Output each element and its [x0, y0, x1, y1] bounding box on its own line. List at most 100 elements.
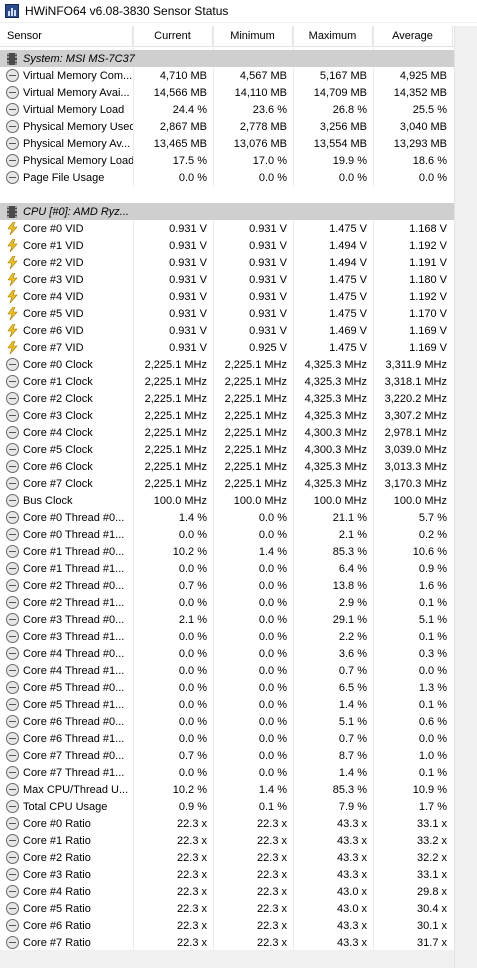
sensor-row[interactable]: Core #1 Ratio 22.3 x 22.3 x 43.3 x 33.2 x	[0, 832, 454, 849]
sensor-row[interactable]: Core #0 Thread #0... 1.4 % 0.0 % 21.1 % 5.7 …	[0, 509, 454, 526]
minimum-value: 22.3 x	[257, 936, 287, 949]
sensor-row[interactable]: Core #7 Clock 2,225.1 MHz 2,225.1 MHz 4,325…	[0, 475, 454, 492]
maximum-value: 29.1 %	[332, 613, 367, 626]
sensor-row[interactable]: Core #0 Ratio 22.3 x 22.3 x 43.3 x 33.1 x	[0, 815, 454, 832]
sensor-row[interactable]: Core #6 Thread #0... 0.0 % 0.0 % 5.1 % 0.6 %	[0, 713, 454, 730]
circle-icon	[6, 86, 19, 99]
minimum-value: 0.0 %	[258, 681, 287, 694]
maximum-value: 26.8 %	[332, 103, 367, 116]
sensor-row[interactable]: Core #7 Ratio 22.3 x 22.3 x 43.3 x 31.7 x	[0, 934, 454, 951]
current-value: 0.931 V	[169, 290, 207, 303]
circle-icon	[6, 443, 19, 456]
sensor-row[interactable]: Core #4 Clock 2,225.1 MHz 2,225.1 MHz 4,300…	[0, 424, 454, 441]
sensor-row[interactable]: Core #1 Clock 2,225.1 MHz 2,225.1 MHz 4,325…	[0, 373, 454, 390]
sensor-row[interactable]: Core #3 Thread #0... 2.1 % 0.0 % 29.1 % 5.1 …	[0, 611, 454, 628]
current-value: 0.0 %	[178, 681, 207, 694]
minimum-value: 2,225.1 MHz	[224, 409, 287, 422]
sensor-row[interactable]: Core #2 Ratio 22.3 x 22.3 x 43.3 x 32.2 x	[0, 849, 454, 866]
sensor-row[interactable]: Page File Usage 0.0 % 0.0 % 0.0 % 0.0 %	[0, 169, 454, 186]
column-header-minimum[interactable]: Minimum	[213, 26, 293, 46]
sensor-row[interactable]: Core #7 Thread #1... 0.0 % 0.0 % 1.4 % 0.1 %	[0, 764, 454, 781]
sensor-group-row[interactable]: CPU [#0]: AMD Ryz...	[0, 203, 454, 220]
sensor-row[interactable]: Core #7 Thread #0... 0.7 % 0.0 % 8.7 % 1.0 %	[0, 747, 454, 764]
sensor-row[interactable]: Core #6 Clock 2,225.1 MHz 2,225.1 MHz 4,325…	[0, 458, 454, 475]
bolt-icon	[6, 324, 19, 337]
sensor-row[interactable]: Core #4 VID 0.931 V 0.931 V 1.475 V 1.192 V	[0, 288, 454, 305]
sensor-row[interactable]: Core #5 Ratio 22.3 x 22.3 x 43.0 x 30.4 x	[0, 900, 454, 917]
average-value: 25.5 %	[412, 103, 447, 116]
sensor-row[interactable]: Core #6 Ratio 22.3 x 22.3 x 43.3 x 30.1 x	[0, 917, 454, 934]
sensor-row[interactable]: Core #3 Ratio 22.3 x 22.3 x 43.3 x 33.1 x	[0, 866, 454, 883]
sensor-row[interactable]: Core #5 Thread #0... 0.0 % 0.0 % 6.5 % 1.3 %	[0, 679, 454, 696]
sensor-row[interactable]: Physical Memory Used 2,867 MB 2,778 MB 3,25…	[0, 118, 454, 135]
minimum-value: 14,110 MB	[234, 86, 287, 99]
minimum-value: 22.3 x	[257, 902, 287, 915]
sensor-row[interactable]: Core #4 Thread #1... 0.0 % 0.0 % 0.7 % 0.0 %	[0, 662, 454, 679]
sensor-row[interactable]: Core #5 VID 0.931 V 0.931 V 1.475 V 1.170 V	[0, 305, 454, 322]
sensor-row[interactable]: Core #1 VID 0.931 V 0.931 V 1.494 V 1.192 V	[0, 237, 454, 254]
column-header-current[interactable]: Current	[133, 26, 213, 46]
sensor-row[interactable]: Core #2 VID 0.931 V 0.931 V 1.494 V 1.191 V	[0, 254, 454, 271]
sensor-row[interactable]: Core #1 Thread #0... 10.2 % 1.4 % 85.3 % 10.…	[0, 543, 454, 560]
current-value: 0.931 V	[169, 273, 207, 286]
sensor-name-cell: Max CPU/Thread U...	[0, 783, 133, 796]
sensor-row[interactable]: Core #3 Clock 2,225.1 MHz 2,225.1 MHz 4,325…	[0, 407, 454, 424]
sensor-name: Core #1 Thread #0...	[23, 545, 125, 558]
sensor-row[interactable]: Core #5 Thread #1... 0.0 % 0.0 % 1.4 % 0.1 %	[0, 696, 454, 713]
sensor-row[interactable]: Core #4 Ratio 22.3 x 22.3 x 43.0 x 29.8 x	[0, 883, 454, 900]
sensor-row[interactable]: Core #3 Thread #1... 0.0 % 0.0 % 2.2 % 0.1 %	[0, 628, 454, 645]
sensor-name: Core #1 Thread #1...	[23, 562, 125, 575]
column-header-sensor[interactable]: Sensor	[0, 26, 133, 46]
sensor-name: Physical Memory Used	[23, 120, 133, 133]
maximum-value: 4,325.3 MHz	[304, 409, 367, 422]
column-header-average[interactable]: Average	[373, 26, 453, 46]
minimum-value: 0.0 %	[258, 766, 287, 779]
sensor-row[interactable]: Core #0 Clock 2,225.1 MHz 2,225.1 MHz 4,325…	[0, 356, 454, 373]
sensor-name: Physical Memory Av...	[23, 137, 131, 150]
sensor-row[interactable]: Bus Clock 100.0 MHz 100.0 MHz 100.0 MHz 100.…	[0, 492, 454, 509]
current-value: 22.3 x	[177, 936, 207, 949]
sensor-row[interactable]: Core #6 VID 0.931 V 0.931 V 1.469 V 1.169 V	[0, 322, 454, 339]
circle-icon	[6, 596, 19, 609]
sensor-row[interactable]: Core #4 Thread #0... 0.0 % 0.0 % 3.6 % 0.3 %	[0, 645, 454, 662]
sensor-row[interactable]: Core #7 VID 0.931 V 0.925 V 1.475 V 1.169 V	[0, 339, 454, 356]
minimum-value: 4,567 MB	[239, 69, 287, 82]
sensor-row[interactable]: Virtual Memory Com... 4,710 MB 4,567 MB 5,1…	[0, 67, 454, 84]
minimum-value: 17.0 %	[252, 154, 287, 167]
sensor-row[interactable]: Core #0 VID 0.931 V 0.931 V 1.475 V 1.168 V	[0, 220, 454, 237]
sensor-row[interactable]: Total CPU Usage 0.9 % 0.1 % 7.9 % 1.7 %	[0, 798, 454, 815]
sensor-name-cell: Core #5 Thread #0...	[0, 681, 133, 694]
sensor-row[interactable]: Physical Memory Av... 13,465 MB 13,076 MB 1…	[0, 135, 454, 152]
sensor-name: Core #7 Thread #0...	[23, 749, 125, 762]
sensor-name: Core #5 Thread #0...	[23, 681, 125, 694]
sensor-name: Core #0 Clock	[23, 358, 93, 371]
bolt-icon	[6, 341, 19, 354]
sensor-row[interactable]: Core #1 Thread #1... 0.0 % 0.0 % 6.4 % 0.9 %	[0, 560, 454, 577]
sensor-row[interactable]: Virtual Memory Avai... 14,566 MB 14,110 MB…	[0, 84, 454, 101]
horizontal-scroll-area[interactable]	[0, 950, 454, 968]
circle-icon	[6, 358, 19, 371]
sensor-row[interactable]: Virtual Memory Load 24.4 % 23.6 % 26.8 % 25.…	[0, 101, 454, 118]
circle-icon	[6, 545, 19, 558]
sensor-table: System: MSI MS-7C37 Virtual Memory Com...…	[0, 50, 454, 951]
current-value: 0.0 %	[178, 715, 207, 728]
sensor-row[interactable]: Core #3 VID 0.931 V 0.931 V 1.475 V 1.180 V	[0, 271, 454, 288]
sensor-row[interactable]: Core #2 Thread #0... 0.7 % 0.0 % 13.8 % 1.6 …	[0, 577, 454, 594]
sensor-row[interactable]: Max CPU/Thread U... 10.2 % 1.4 % 85.3 % 10.9…	[0, 781, 454, 798]
average-value: 3,311.9 MHz	[385, 358, 447, 371]
sensor-row[interactable]: Core #6 Thread #1... 0.0 % 0.0 % 0.7 % 0.0 %	[0, 730, 454, 747]
vertical-scrollbar[interactable]	[454, 26, 477, 968]
sensor-row[interactable]: Physical Memory Load 17.5 % 17.0 % 19.9 % 18…	[0, 152, 454, 169]
column-header-maximum[interactable]: Maximum	[293, 26, 373, 46]
sensor-row[interactable]: Core #2 Thread #1... 0.0 % 0.0 % 2.9 % 0.1 %	[0, 594, 454, 611]
sensor-name-cell: Core #2 Thread #0...	[0, 579, 133, 592]
circle-icon	[6, 392, 19, 405]
sensor-name: Max CPU/Thread U...	[23, 783, 129, 796]
average-value: 1.3 %	[418, 681, 447, 694]
sensor-row[interactable]: Core #5 Clock 2,225.1 MHz 2,225.1 MHz 4,300…	[0, 441, 454, 458]
sensor-group-row[interactable]: System: MSI MS-7C37	[0, 50, 454, 67]
sensor-name: Core #7 Ratio	[23, 936, 91, 949]
sensor-row[interactable]: Core #2 Clock 2,225.1 MHz 2,225.1 MHz 4,325…	[0, 390, 454, 407]
sensor-name-cell: Core #4 Clock	[0, 426, 133, 439]
sensor-row[interactable]: Core #0 Thread #1... 0.0 % 0.0 % 2.1 % 0.2 %	[0, 526, 454, 543]
